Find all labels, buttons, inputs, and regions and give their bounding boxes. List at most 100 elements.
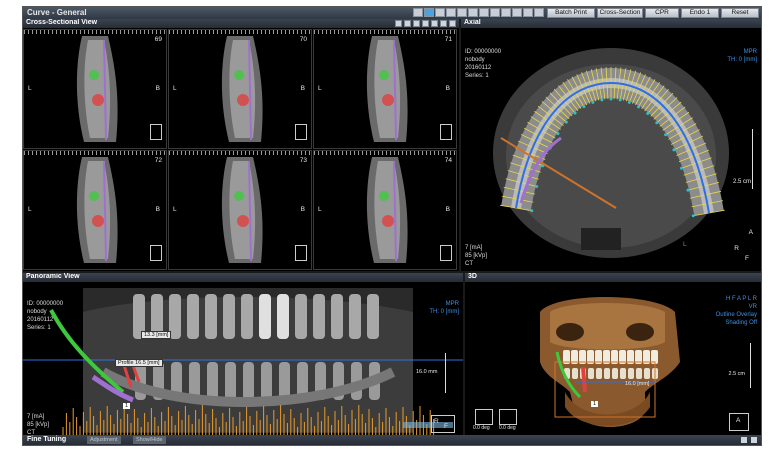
slice-left-label: L <box>28 85 32 92</box>
axial-title: Axial <box>464 19 481 26</box>
text-icon[interactable] <box>422 20 429 27</box>
slice-number: 72 <box>154 157 162 164</box>
axial-section-marker <box>530 209 534 213</box>
axial-kvp: 85 [kVp] <box>465 253 488 259</box>
pano-lower-tooth <box>243 362 254 400</box>
pano-thickness: TH: 0 [mm] <box>429 309 459 315</box>
fine-tuning-bar: Fine Tuning Adjustment Show/Hide <box>23 435 761 445</box>
axial-image[interactable] <box>461 28 761 271</box>
tab-show-hide[interactable]: Show/Hide <box>133 436 166 444</box>
slice-scale-icon <box>440 245 452 261</box>
view3d-mode: VR <box>748 304 757 310</box>
slice-right-label: B <box>155 206 160 213</box>
slice-scale-icon <box>295 124 307 140</box>
layout-icon-3[interactable] <box>435 8 445 17</box>
sync-icon[interactable] <box>404 20 411 27</box>
cross-section-button[interactable]: Cross-Section <box>597 8 643 18</box>
cross-section-slice[interactable]: 74 L B <box>313 150 457 270</box>
axial-section-marker <box>646 112 650 116</box>
axial-ma: 7 [mA] <box>465 245 483 251</box>
maximize-icon[interactable] <box>751 437 757 443</box>
pano-upper-tooth <box>205 294 217 339</box>
pano-measure-1[interactable]: 13.3 [mm] <box>141 331 172 339</box>
cpr-button[interactable]: CPR <box>645 8 679 18</box>
pano-orient-r: R <box>434 418 439 425</box>
layout-icon-8[interactable] <box>490 8 500 17</box>
window-title: Curve - General <box>27 8 87 17</box>
3d-lower-tooth <box>644 368 650 379</box>
rotate-icon[interactable] <box>475 409 493 425</box>
pano-id: ID: 00000000 <box>27 301 64 307</box>
layout-icon[interactable] <box>440 20 447 27</box>
reset-button[interactable]: Reset <box>721 8 759 18</box>
axial-section-marker <box>618 98 622 102</box>
layout-icon-5[interactable] <box>457 8 467 17</box>
layout-icon-11[interactable] <box>523 8 533 17</box>
slice-left-label: L <box>318 85 322 92</box>
axial-name: nobody <box>465 57 485 63</box>
minimize-icon[interactable] <box>741 437 747 443</box>
slice-scale-icon <box>295 245 307 261</box>
batch-print-button[interactable]: Batch Print <box>547 8 595 18</box>
cross-section-slice[interactable]: 70 L B <box>168 29 312 149</box>
endo-button[interactable]: Endo 1 <box>681 8 719 18</box>
layout-icon-6[interactable] <box>468 8 478 17</box>
pano-measure-2[interactable]: Profile 16.5 [mm] <box>115 359 163 367</box>
pano-upper-tooth <box>295 294 307 339</box>
layout-icon-1[interactable] <box>413 8 423 17</box>
screenshot-icon[interactable] <box>449 20 456 27</box>
slice-image <box>366 157 408 263</box>
axial-header: Axial <box>461 19 761 28</box>
axial-section-marker <box>691 214 695 218</box>
view3d-measure: 16.0 [mm] <box>625 381 650 387</box>
panoramic-header: Panoramic View <box>23 273 463 282</box>
slice-image <box>76 36 118 142</box>
pano-upper-tooth <box>241 294 253 339</box>
layout-icon-2[interactable] <box>424 8 434 17</box>
layout-icon-10[interactable] <box>512 8 522 17</box>
cross-section-slice[interactable]: 72 L B <box>23 150 167 270</box>
3d-lower-tooth <box>612 368 618 379</box>
tab-adjustment[interactable]: Adjustment <box>87 436 121 444</box>
grid-icon[interactable] <box>395 20 402 27</box>
axial-modality: CT <box>465 261 473 267</box>
zoom-icon[interactable] <box>413 20 420 27</box>
measure-icon[interactable] <box>431 20 438 27</box>
view3d-orientation: H F A P L R <box>725 296 757 302</box>
view3d-info: H F A P L R VR Outline Overlay Shading O… <box>716 295 757 327</box>
panoramic-image[interactable] <box>23 282 463 435</box>
slice-right-label: B <box>445 85 450 92</box>
layout-icon-12[interactable] <box>534 8 544 17</box>
slice-scale-icon <box>150 124 162 140</box>
axial-section-marker <box>582 105 586 109</box>
layout-icon-4[interactable] <box>446 8 456 17</box>
pano-orientation-cube[interactable]: R F <box>431 415 455 433</box>
tilt-icon[interactable] <box>499 409 517 425</box>
layout-icon-9[interactable] <box>501 8 511 17</box>
axial-section-marker <box>564 120 568 124</box>
cross-sectional-header: Cross-Sectional View <box>23 19 459 28</box>
axial-side-label: L <box>683 241 687 248</box>
pano-lower-tooth <box>225 362 236 400</box>
layout-icon-7[interactable] <box>479 8 489 17</box>
view3d-orientation-cube[interactable]: A <box>729 413 749 431</box>
cross-section-slice[interactable]: 69 L B <box>23 29 167 149</box>
pano-name: nobody <box>27 309 47 315</box>
axial-patient-info: ID: 00000000 nobody 20160112 Series: 1 <box>465 48 501 80</box>
axial-mode-info: MPR TH: 0 [mm] <box>727 48 757 64</box>
pano-patient-info: ID: 00000000 nobody 20160112 Series: 1 <box>27 300 63 332</box>
cross-section-slice[interactable]: 73 L B <box>168 150 312 270</box>
axial-orient-r: R <box>734 245 739 252</box>
axial-section-marker <box>664 133 668 137</box>
cross-section-slice[interactable]: 71 L B <box>313 29 457 149</box>
axial-id: ID: 00000000 <box>465 49 502 55</box>
pano-upper-tooth <box>349 294 361 339</box>
slice-image <box>221 36 263 142</box>
slice-image <box>76 157 118 263</box>
fine-tuning-title[interactable]: Fine Tuning <box>27 436 66 443</box>
axial-section-marker <box>600 98 604 102</box>
panoramic-title: Panoramic View <box>26 273 80 280</box>
axial-section-marker <box>672 148 676 152</box>
axial-panel: Axial ID: 00000000 nobody 20160112 Serie… <box>461 19 761 271</box>
3d-lower-tooth <box>596 368 602 379</box>
